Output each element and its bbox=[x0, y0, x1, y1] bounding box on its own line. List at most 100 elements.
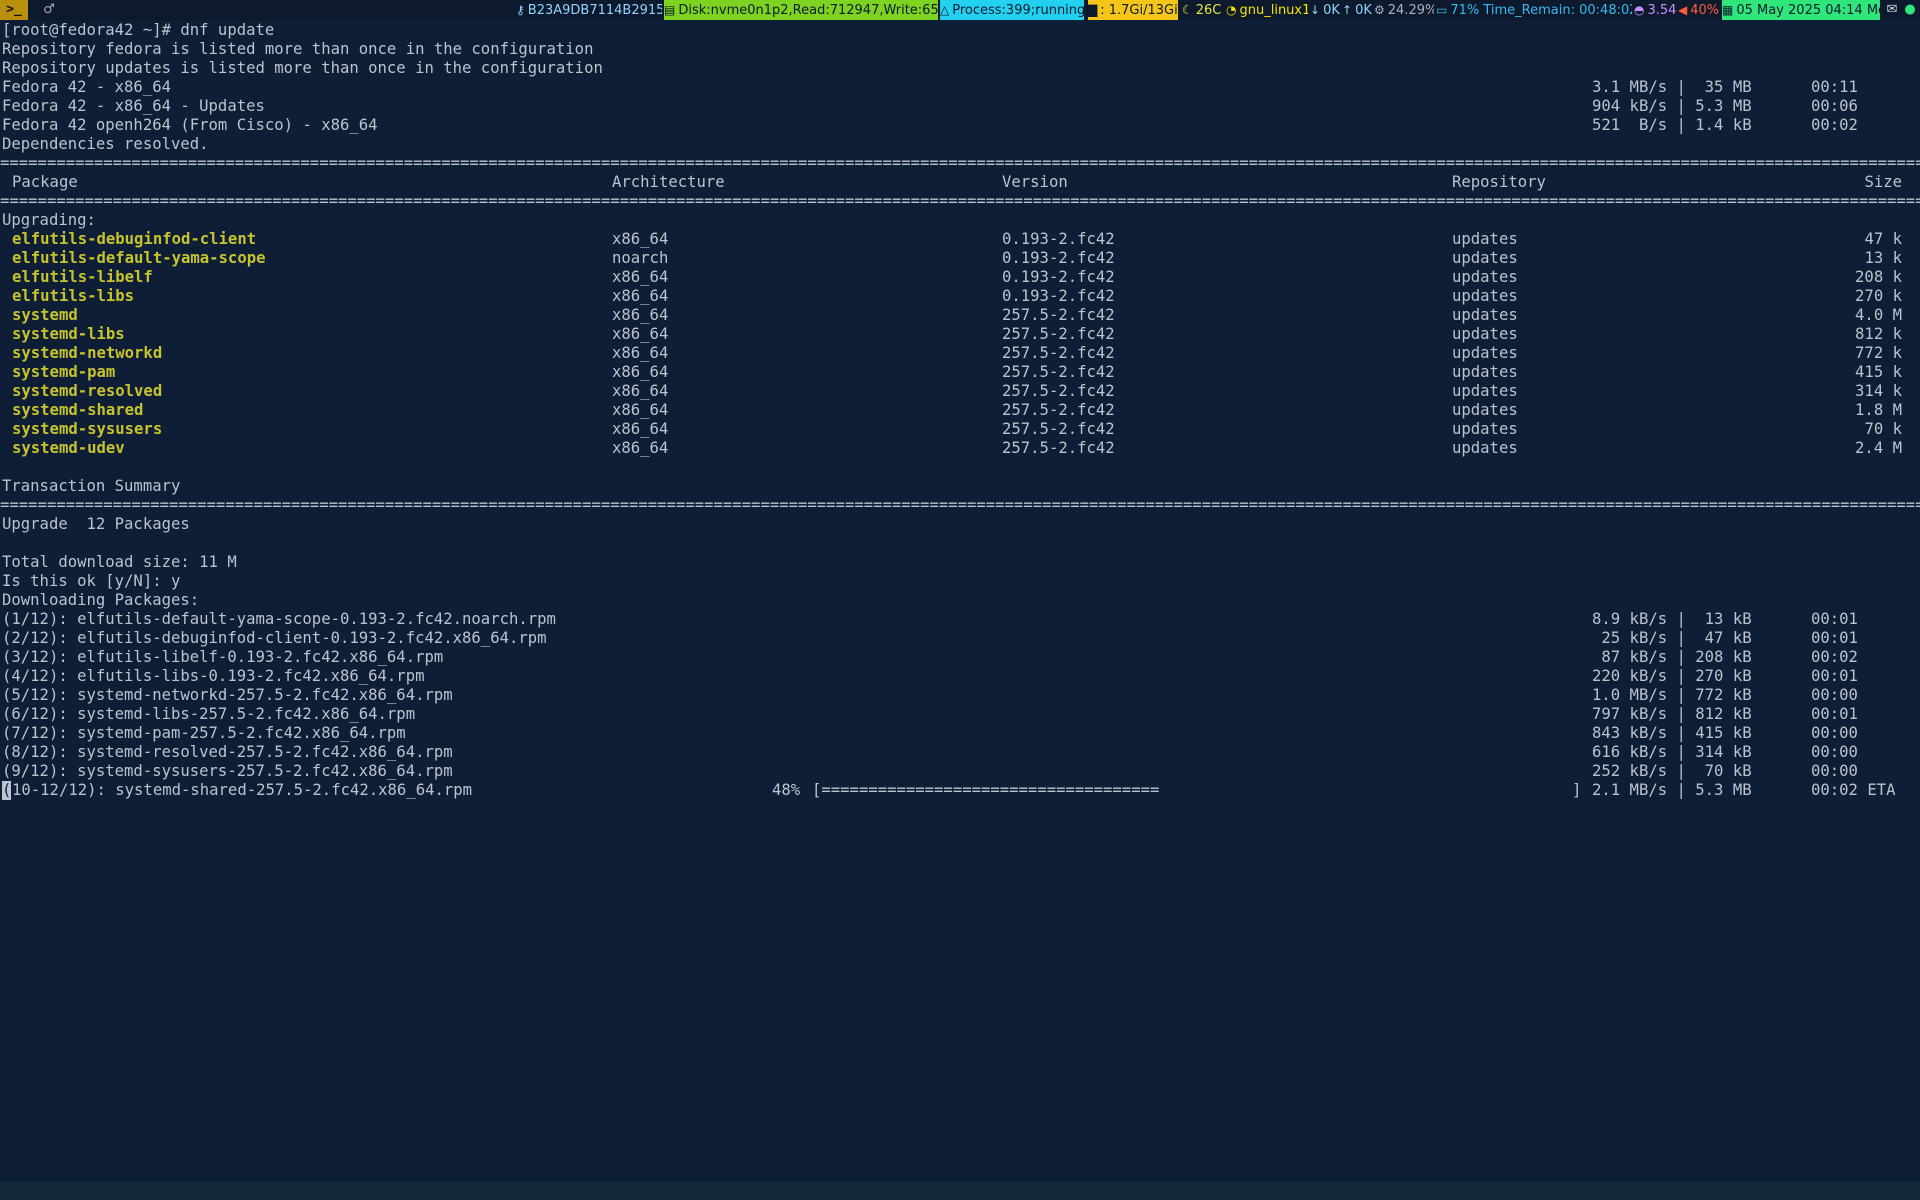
prompt-text: [root@fedora42 ~]# dnf update bbox=[2, 21, 275, 39]
package-repo: updates bbox=[1452, 439, 1518, 457]
gear-icon: ⚙ bbox=[1374, 3, 1385, 17]
package-arch: x86_64 bbox=[612, 306, 669, 324]
download-time: 00:00 bbox=[1811, 686, 1858, 704]
workspace-2-button[interactable]: ♂ bbox=[36, 0, 62, 20]
volume-indicator[interactable]: ◀ 40% bbox=[1678, 0, 1720, 20]
warning-text: Repository updates is listed more than o… bbox=[2, 59, 603, 77]
download-speed: 8.9 kB/s | 13 kB bbox=[1592, 610, 1752, 628]
summary-title: Transaction Summary bbox=[2, 477, 181, 495]
download-time: 00:01 bbox=[1811, 629, 1858, 647]
package-size: 13 k bbox=[1864, 249, 1902, 267]
summary-upgrade-line: Upgrade 12 Packages bbox=[0, 515, 1920, 534]
package-name: systemd-sysusers bbox=[12, 420, 163, 438]
datetime-indicator[interactable]: ▦ 05 May 2025 04:14 Mon bbox=[1722, 0, 1880, 20]
download-time: 00:01 bbox=[1811, 667, 1858, 685]
package-version: 0.193-2.fc42 bbox=[1002, 230, 1115, 248]
current-download-eta: 00:02 ETA bbox=[1811, 781, 1896, 799]
tray-icon[interactable]: ● bbox=[1902, 0, 1918, 20]
separator-rule: ========================================… bbox=[0, 154, 1920, 172]
bottom-bar bbox=[0, 1182, 1920, 1200]
downloading-label: Downloading Packages: bbox=[2, 591, 200, 609]
download-size-line: Total download size: 11 M bbox=[0, 553, 1920, 572]
key-icon: ⚷ bbox=[516, 3, 525, 17]
current-download-file: 10-12/12): systemd-shared-257.5-2.fc42.x… bbox=[12, 781, 473, 799]
package-name: elfutils-libs bbox=[12, 287, 135, 305]
mail-icon[interactable]: ✉ bbox=[1884, 0, 1900, 20]
package-name: systemd-pam bbox=[12, 363, 116, 381]
warning-line: Repository fedora is listed more than on… bbox=[0, 40, 1920, 59]
terminal-cursor: ( bbox=[2, 781, 12, 800]
repo-time: 00:02 bbox=[1811, 116, 1858, 134]
package-size: 812 k bbox=[1855, 325, 1902, 343]
network-text: gnu_linux1 bbox=[1239, 3, 1308, 18]
package-size: 2.4 M bbox=[1855, 439, 1902, 457]
upgrading-label-line: Upgrading: bbox=[0, 211, 1920, 230]
calendar-icon: ▦ bbox=[1722, 3, 1734, 17]
battery-text: 71% Time_Remain: 00:48:02 bbox=[1450, 3, 1632, 18]
download-list: (1/12): elfutils-default-yama-scope-0.19… bbox=[0, 610, 1920, 781]
package-arch: x86_64 bbox=[612, 325, 669, 343]
download-file: (3/12): elfutils-libelf-0.193-2.fc42.x86… bbox=[2, 648, 444, 666]
repo-time: 00:06 bbox=[1811, 97, 1858, 115]
package-name: systemd-libs bbox=[12, 325, 125, 343]
package-version: 257.5-2.fc42 bbox=[1002, 325, 1115, 343]
network-indicator[interactable]: ◔ gnu_linux1 bbox=[1226, 0, 1308, 20]
workspace-1-button[interactable]: >_ bbox=[0, 0, 28, 20]
package-arch: x86_64 bbox=[612, 287, 669, 305]
header-size: Size bbox=[1864, 173, 1902, 191]
download-file: (1/12): elfutils-default-yama-scope-0.19… bbox=[2, 610, 556, 628]
download-progress-bar: [==================================== bbox=[812, 781, 1160, 799]
package-size: 4.0 M bbox=[1855, 306, 1902, 324]
download-file: (2/12): elfutils-debuginfod-client-0.193… bbox=[2, 629, 547, 647]
package-repo: updates bbox=[1452, 325, 1518, 343]
disk-icon: ▤ bbox=[664, 3, 676, 17]
repo-name: Fedora 42 openh264 (From Cisco) - x86_64 bbox=[2, 116, 378, 134]
upgrading-label: Upgrading: bbox=[2, 211, 96, 229]
download-percent: 48% bbox=[772, 781, 801, 799]
package-table: elfutils-debuginfod-client x86_64 0.193-2.… bbox=[0, 230, 1920, 458]
package-arch: x86_64 bbox=[612, 344, 669, 362]
package-size: 415 k bbox=[1855, 363, 1902, 381]
deps-text: Dependencies resolved. bbox=[2, 135, 209, 153]
arrow-down-icon: ↓ bbox=[1310, 3, 1321, 17]
package-size: 70 k bbox=[1864, 420, 1902, 438]
repo-speed: 904 kB/s | 5.3 MB bbox=[1592, 97, 1752, 115]
volume-text: 40% bbox=[1690, 3, 1720, 18]
download-file: (6/12): systemd-libs-257.5-2.fc42.x86_64… bbox=[2, 705, 416, 723]
download-time: 00:00 bbox=[1811, 743, 1858, 761]
moon-icon: ☾ bbox=[1182, 3, 1193, 17]
status-bar: >_ ♂ ⚷ B23A9DB7114B2915 ▤ Disk:nvme0n1p2,R… bbox=[0, 0, 1920, 20]
package-name: elfutils-default-yama-scope bbox=[12, 249, 266, 267]
package-repo: updates bbox=[1452, 344, 1518, 362]
package-version: 257.5-2.fc42 bbox=[1002, 382, 1115, 400]
package-repo: updates bbox=[1452, 287, 1518, 305]
download-row: (8/12): systemd-resolved-257.5-2.fc42.x8… bbox=[0, 743, 1920, 762]
separator-rule: ========================================… bbox=[0, 496, 1920, 514]
download-row: (3/12): elfutils-libelf-0.193-2.fc42.x86… bbox=[0, 648, 1920, 667]
prompt-line: [root@fedora42 ~]# dnf update bbox=[0, 21, 1920, 40]
package-arch: x86_64 bbox=[612, 439, 669, 457]
repo-line: Fedora 42 - x86_64 3.1 MB/s | 35 MB 00:1… bbox=[0, 78, 1920, 97]
current-download-speed: 2.1 MB/s | 5.3 MB bbox=[1592, 781, 1752, 799]
package-version: 257.5-2.fc42 bbox=[1002, 420, 1115, 438]
cpu-text: 24.29% bbox=[1387, 3, 1434, 18]
package-size: 772 k bbox=[1855, 344, 1902, 362]
package-repo: updates bbox=[1452, 268, 1518, 286]
table-row: systemd-resolved x86_64 257.5-2.fc42 update… bbox=[0, 382, 1920, 401]
download-speed: 616 kB/s | 314 kB bbox=[1592, 743, 1752, 761]
table-row: elfutils-libelf x86_64 0.193-2.fc42 updates… bbox=[0, 268, 1920, 287]
package-name: systemd bbox=[12, 306, 78, 324]
package-name: systemd-shared bbox=[12, 401, 144, 419]
package-size: 314 k bbox=[1855, 382, 1902, 400]
package-version: 257.5-2.fc42 bbox=[1002, 439, 1115, 457]
net-down-indicator: ↓ 0K bbox=[1310, 0, 1340, 20]
terminal-output[interactable]: [root@fedora42 ~]# dnf update Repository… bbox=[0, 21, 1920, 1181]
net-up-indicator: ↑ 0K bbox=[1342, 0, 1372, 20]
downloading-line: Downloading Packages: bbox=[0, 591, 1920, 610]
download-speed: 1.0 MB/s | 772 kB bbox=[1592, 686, 1752, 704]
download-time: 00:01 bbox=[1811, 705, 1858, 723]
wifi-icon: ◔ bbox=[1226, 3, 1237, 17]
table-row: systemd x86_64 257.5-2.fc42 updates 4.0 M bbox=[0, 306, 1920, 325]
temperature-indicator: ☾ 26C bbox=[1182, 0, 1222, 20]
package-repo: updates bbox=[1452, 363, 1518, 381]
